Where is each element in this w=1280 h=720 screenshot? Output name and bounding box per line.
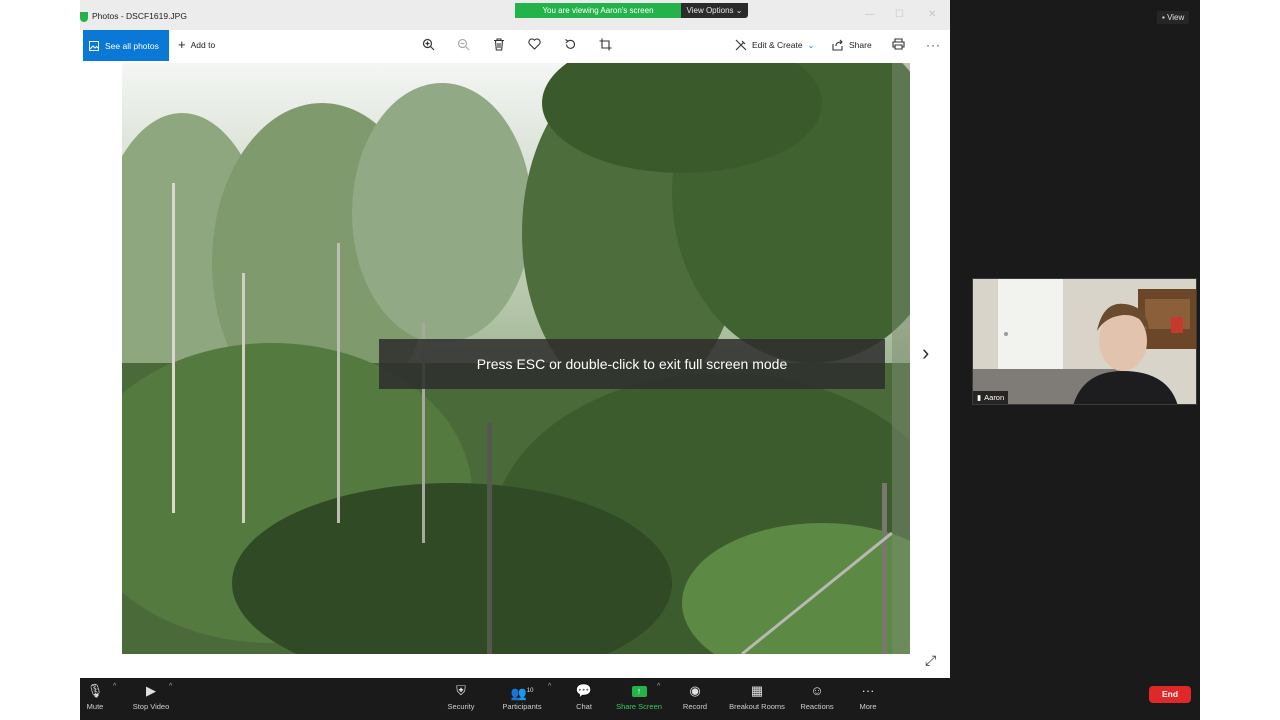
print-icon[interactable] (892, 38, 905, 53)
fullscreen-exit-message: Press ESC or double-click to exit full s… (379, 339, 885, 389)
more-dots-icon: ··· (861, 683, 875, 698)
screen: You are viewing Aaron's screen View Opti… (0, 0, 1280, 720)
more-label: More (859, 702, 877, 711)
rotate-icon[interactable] (564, 38, 577, 54)
breakout-rooms-label: Breakout Rooms (729, 702, 785, 711)
stop-video-label: Stop Video (132, 702, 170, 711)
share-button[interactable]: Share (832, 39, 872, 51)
record-button[interactable]: ◉ Record (660, 683, 730, 711)
share-icon (832, 39, 843, 51)
share-label: Share (849, 40, 872, 50)
zoom-out-icon[interactable] (457, 38, 470, 54)
view-button[interactable]: ▪ View (1157, 11, 1190, 24)
see-all-photos-button[interactable]: See all photos (83, 30, 169, 61)
reactions-label: Reactions (800, 702, 834, 711)
screen-share-banner: You are viewing Aaron's screen View Opti… (515, 3, 748, 18)
next-icon[interactable]: › (922, 340, 929, 366)
see-all-photos-label: See all photos (105, 40, 159, 51)
photos-icon (89, 40, 99, 51)
zoom-in-icon[interactable] (422, 38, 435, 54)
share-screen-label: Share Screen (616, 702, 662, 711)
view-label: View (1167, 13, 1185, 22)
chevron-down-icon: ⌄ (807, 40, 815, 50)
edit-icon (735, 39, 747, 51)
mute-label: Mute (86, 702, 104, 711)
stop-video-button[interactable]: ▶ Stop Video (116, 683, 186, 711)
view-options-button[interactable]: View Options ⌄ (681, 3, 748, 18)
more-icon[interactable]: ··· (926, 38, 941, 52)
participants-icon: 👥10 (510, 685, 534, 701)
minimize-icon[interactable]: — (865, 9, 875, 20)
window-title: Photos - DSCF1619.JPG (92, 11, 187, 21)
shield-icon: ⛨ (456, 683, 466, 698)
participant-name: Aaron (984, 393, 1005, 402)
expand-icon[interactable]: ⤢ (925, 652, 936, 669)
record-label: Record (682, 702, 708, 711)
photos-toolbar: See all photos + Add to Edit & Create ⌄ … (80, 30, 950, 63)
participants-button[interactable]: 👥10 Participants (487, 683, 557, 711)
add-to-button[interactable]: + Add to (178, 37, 216, 52)
participants-count: 10 (526, 688, 534, 694)
more-button[interactable]: ··· More (833, 683, 903, 711)
zoom-control-bar: 🎙 Mute ^ ▶ Stop Video ^ ⛨ Security 👥10 P… (80, 678, 1200, 720)
record-icon: ◉ (689, 683, 701, 698)
participant-name-label: ▮ Aaron (973, 391, 1009, 404)
video-camera-icon: ▶ (146, 683, 156, 698)
participant-video-tile[interactable]: ▮ Aaron (972, 278, 1197, 405)
participants-label: Participants (502, 702, 542, 711)
chat-label: Chat (576, 702, 592, 711)
maximize-icon[interactable]: ☐ (895, 9, 904, 20)
signal-icon: ▮ (977, 393, 982, 402)
close-icon[interactable]: ✕ (928, 9, 936, 20)
video-options-caret[interactable]: ^ (169, 683, 172, 690)
shield-icon (80, 12, 88, 22)
edit-create-label: Edit & Create (752, 40, 803, 50)
shared-photos-window: Photos - DSCF1619.JPG — ☐ ✕ See all phot… (80, 0, 950, 678)
add-to-label: Add to (190, 40, 216, 50)
heart-icon[interactable] (528, 38, 541, 53)
crop-icon[interactable] (599, 38, 612, 54)
plus-icon: + (178, 37, 186, 52)
security-label: Security (447, 702, 475, 711)
share-banner-message: You are viewing Aaron's screen (515, 3, 681, 18)
edit-create-button[interactable]: Edit & Create ⌄ (735, 39, 814, 51)
participant-video (973, 279, 1196, 404)
zoom-meeting-window: You are viewing Aaron's screen View Opti… (80, 0, 1200, 720)
security-button[interactable]: ⛨ Security (426, 683, 496, 711)
end-meeting-button[interactable]: End (1149, 686, 1191, 703)
delete-icon[interactable] (493, 38, 505, 54)
